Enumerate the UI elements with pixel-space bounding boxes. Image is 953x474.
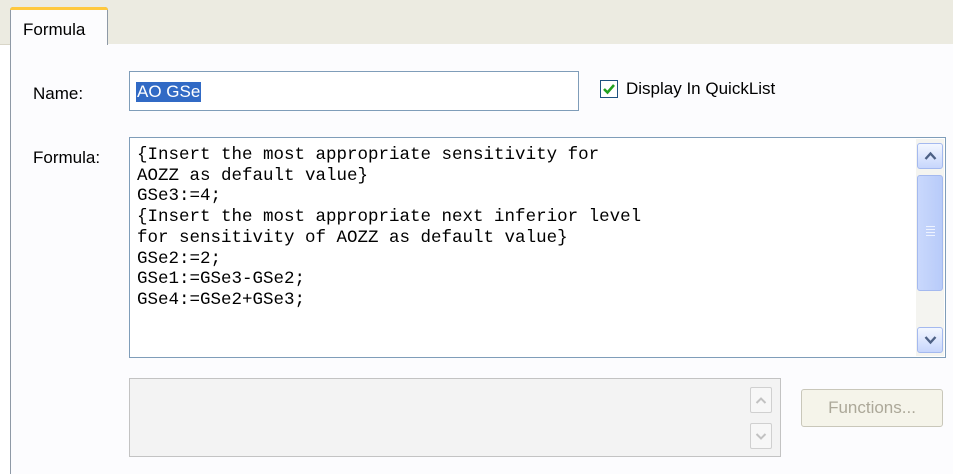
formula-line: GSe3:=4; <box>137 186 222 207</box>
chevron-down-icon <box>755 433 767 440</box>
checkmark-icon <box>603 84 615 95</box>
name-input-value: AO GSe <box>136 82 202 102</box>
formula-line: {Insert the most appropriate sensitivity… <box>137 145 600 165</box>
chevron-up-icon <box>924 151 937 160</box>
formula-line: GSe4:=GSe2+GSe3; <box>137 289 306 310</box>
description-box <box>129 378 781 457</box>
chevron-up-icon <box>755 397 767 404</box>
formula-line: GSe2:=2; <box>137 248 222 269</box>
description-scroll-down-button <box>750 423 772 449</box>
description-scroll-up-button <box>750 387 772 413</box>
formula-line: {Insert the most appropriate next inferi… <box>137 207 642 228</box>
display-quicklist-checkbox[interactable] <box>600 80 618 98</box>
formula-line: GSe1:=GSe3-GSe2; <box>137 269 306 290</box>
functions-button[interactable]: Functions... <box>801 389 943 427</box>
tab-formula[interactable]: Formula <box>10 7 108 45</box>
tab-strip: Formula <box>0 0 953 45</box>
formula-scrollbar[interactable] <box>916 139 944 356</box>
scroll-thumb[interactable] <box>917 175 943 291</box>
formula-label: Formula: <box>33 148 101 167</box>
name-input[interactable]: AO GSe <box>129 71 579 111</box>
scroll-up-button[interactable] <box>917 143 943 169</box>
formula-editor[interactable]: {Insert the most appropriate sensitivity… <box>129 137 946 358</box>
scroll-down-button[interactable] <box>917 327 943 353</box>
chevron-down-icon <box>924 336 937 345</box>
formula-text: {Insert the most appropriate sensitivity… <box>137 145 907 311</box>
name-label: Name: <box>33 84 84 103</box>
tab-formula-label: Formula <box>23 20 86 39</box>
formula-line: AOZZ as default value} <box>137 165 369 186</box>
formula-line: for sensitivity of AOZZ as default value… <box>137 227 568 248</box>
display-quicklist-label[interactable]: Display In QuickList <box>626 79 775 99</box>
